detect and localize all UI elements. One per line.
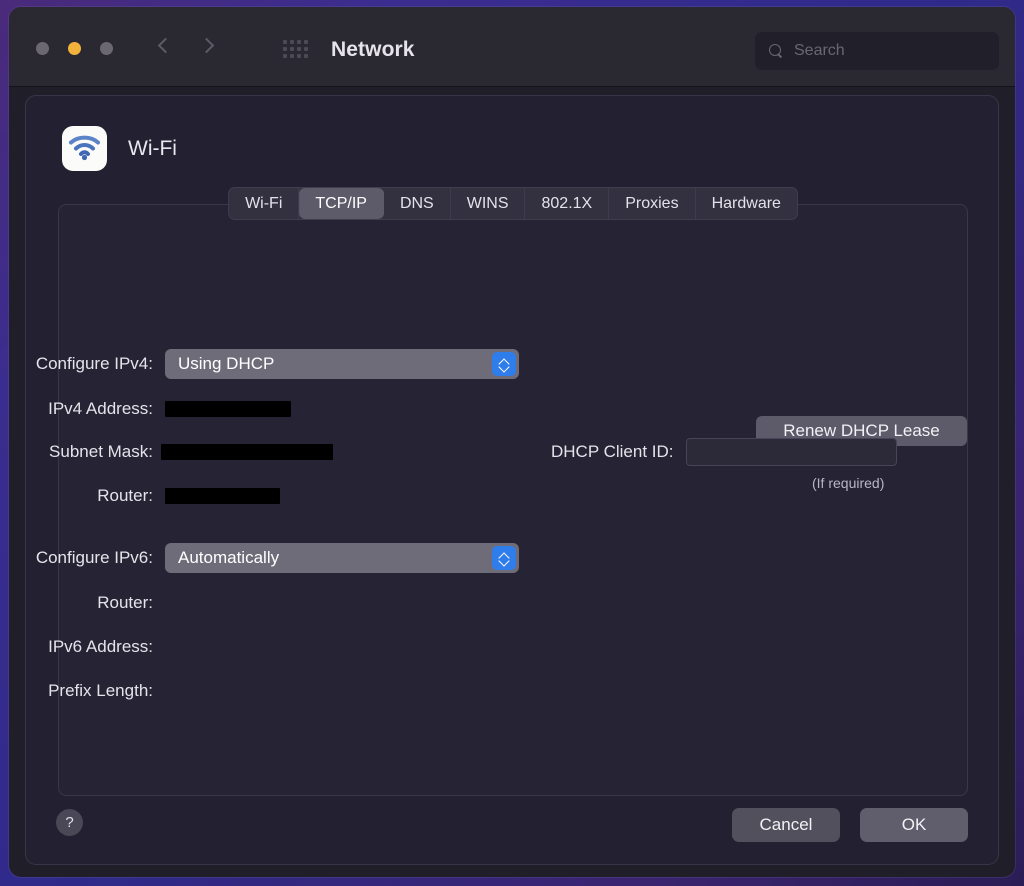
ipv6-router-row: Router: bbox=[18, 588, 165, 618]
dhcp-client-id-hint: (If required) bbox=[812, 475, 885, 491]
wifi-settings-sheet: Wi-Fi Wi-Fi TCP/IP DNS WINS 802.1X Proxi… bbox=[25, 95, 999, 865]
ipv6-router-label: Router: bbox=[97, 593, 153, 612]
help-button[interactable]: ? bbox=[56, 809, 83, 836]
navigation-arrows bbox=[159, 36, 213, 58]
network-preferences-window: Network Search Wi-Fi Wi-Fi TCP/IP DNS WI… bbox=[9, 7, 1015, 877]
wifi-icon bbox=[62, 126, 107, 171]
footer-button-group: Cancel OK bbox=[732, 808, 968, 842]
zoom-button[interactable] bbox=[100, 42, 113, 55]
chevron-left-icon[interactable] bbox=[159, 36, 171, 58]
subnet-mask-value-redacted bbox=[161, 444, 333, 460]
window-toolbar: Network Search bbox=[9, 7, 1015, 87]
ipv4-address-value-redacted bbox=[165, 401, 291, 417]
minimize-button[interactable] bbox=[68, 42, 81, 55]
configure-ipv4-label: Configure IPv4: bbox=[35, 354, 153, 373]
prefix-length-label: Prefix Length: bbox=[48, 681, 153, 700]
search-icon bbox=[769, 44, 783, 58]
desktop-background: Network Search Wi-Fi Wi-Fi TCP/IP DNS WI… bbox=[0, 0, 1024, 886]
ipv4-router-row: Router: bbox=[18, 481, 280, 511]
configure-ipv6-label: Configure IPv6: bbox=[35, 548, 153, 567]
ipv4-address-label: IPv4 Address: bbox=[48, 399, 153, 418]
subnet-mask-row: Subnet Mask: bbox=[18, 437, 333, 467]
page-title: Network bbox=[331, 38, 415, 61]
search-field[interactable]: Search bbox=[755, 32, 999, 70]
configure-ipv6-value: Automatically bbox=[178, 548, 280, 567]
sheet-header: Wi-Fi bbox=[62, 126, 177, 171]
dhcp-client-id-label: DHCP Client ID: bbox=[551, 442, 674, 461]
configure-ipv6-row: Configure IPv6: Automatically bbox=[18, 543, 519, 573]
sheet-title: Wi-Fi bbox=[128, 136, 177, 160]
ipv4-router-label: Router: bbox=[97, 486, 153, 505]
search-input[interactable]: Search bbox=[794, 42, 845, 60]
cancel-button[interactable]: Cancel bbox=[732, 808, 840, 842]
dhcp-client-id-input[interactable] bbox=[685, 438, 897, 466]
ipv6-address-label: IPv6 Address: bbox=[48, 637, 153, 656]
traffic-light-group bbox=[36, 42, 113, 55]
chevron-updown-icon bbox=[492, 352, 516, 376]
tcpip-form: Configure IPv4: Using DHCP IPv4 Address: bbox=[36, 205, 967, 795]
ipv4-router-value-redacted bbox=[165, 488, 280, 504]
configure-ipv4-select[interactable]: Using DHCP bbox=[165, 349, 519, 379]
ipv4-address-row: IPv4 Address: bbox=[18, 394, 291, 424]
ipv6-address-row: IPv6 Address: bbox=[18, 632, 165, 662]
configure-ipv4-row: Configure IPv4: Using DHCP bbox=[18, 349, 519, 379]
ok-button[interactable]: OK bbox=[860, 808, 968, 842]
dhcp-client-id-row: DHCP Client ID: bbox=[551, 438, 897, 466]
show-all-grid-icon[interactable] bbox=[283, 40, 308, 58]
tab-view: Wi-Fi TCP/IP DNS WINS 802.1X Proxies Har… bbox=[36, 187, 968, 796]
close-button[interactable] bbox=[36, 42, 49, 55]
chevron-right-icon[interactable] bbox=[201, 36, 213, 58]
prefix-length-row: Prefix Length: bbox=[18, 676, 165, 706]
configure-ipv6-select[interactable]: Automatically bbox=[165, 543, 519, 573]
configure-ipv4-value: Using DHCP bbox=[178, 354, 275, 373]
chevron-updown-icon bbox=[492, 546, 516, 570]
subnet-mask-label: Subnet Mask: bbox=[49, 442, 153, 461]
